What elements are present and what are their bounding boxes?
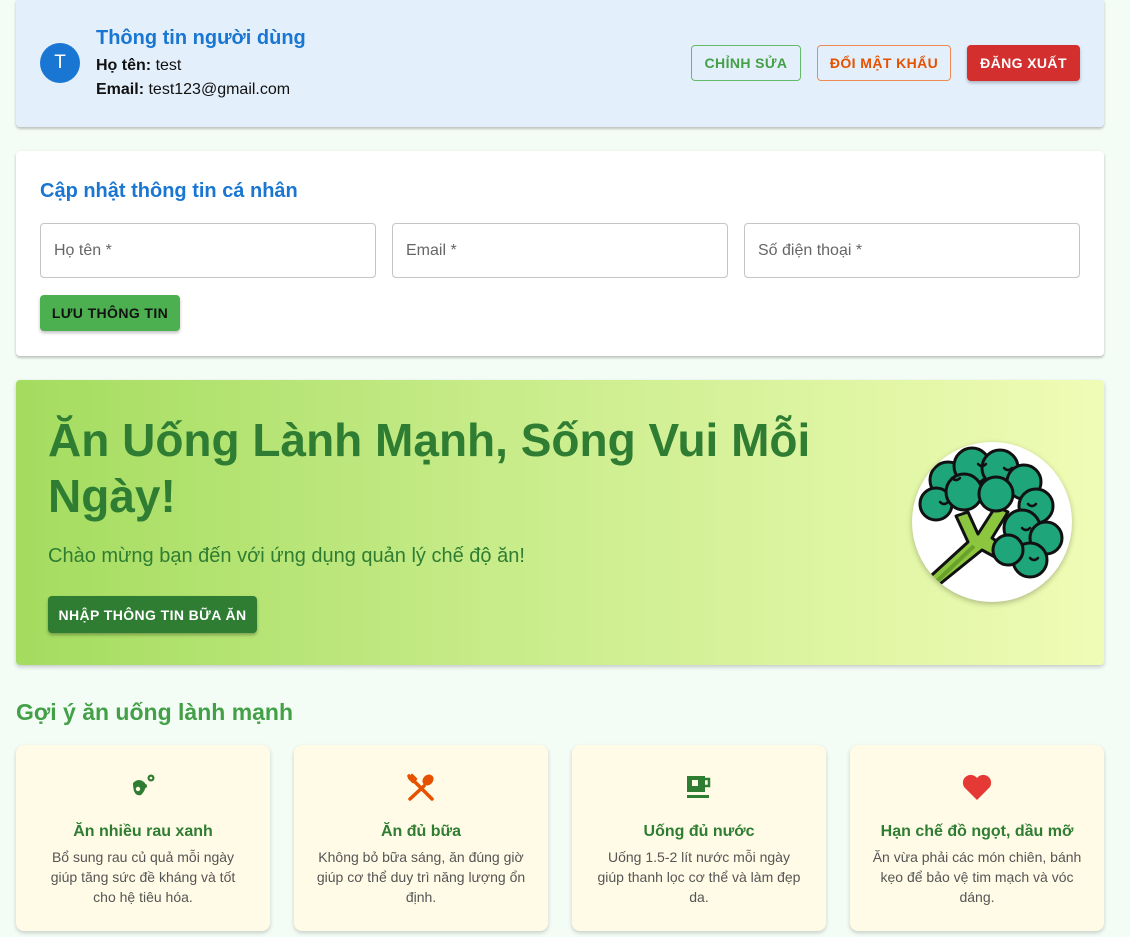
tip-title: Uống đủ nước (643, 823, 755, 840)
tip-description: Ăn vừa phải các món chiên, bánh kẹo để b… (872, 849, 1082, 905)
user-info-title: Thông tin người dùng (96, 27, 306, 49)
profile-form-card: Cập nhật thông tin cá nhân LƯU THÔNG TIN (16, 151, 1104, 356)
user-name-value: test (155, 57, 182, 74)
change-password-button[interactable]: ĐỔI MẬT KHẨU (817, 45, 951, 81)
phone-field[interactable] (744, 223, 1080, 278)
email-input[interactable] (393, 224, 727, 277)
tip-card: Uống đủ nước Uống 1.5-2 lít nước mỗi ngà… (572, 745, 826, 931)
user-email-value: test123@gmail.com (148, 81, 291, 98)
email-field[interactable] (392, 223, 728, 278)
utensils-icon (405, 771, 437, 803)
hero-title: Ăn Uống Lành Mạnh, Sống Vui Mỗi Ngày! (48, 414, 811, 522)
user-name-line: Họ tên: test (96, 57, 181, 75)
cup-icon (683, 771, 715, 803)
tip-description: Bổ sung rau củ quả mỗi ngày giúp tăng sứ… (50, 849, 236, 905)
enter-meal-button[interactable]: NHẬP THÔNG TIN BỮA ĂN (48, 596, 257, 633)
user-email-label: Email: (96, 81, 145, 98)
avatar: T (40, 43, 80, 83)
hero-banner: Ăn Uống Lành Mạnh, Sống Vui Mỗi Ngày! Ch… (16, 380, 1104, 665)
tip-card: Ăn nhiều rau xanh Bổ sung rau củ quả mỗi… (16, 745, 270, 931)
tips-heading: Gợi ý ăn uống lành mạnh (16, 699, 294, 725)
tip-title: Hạn chế đồ ngọt, dầu mỡ (880, 823, 1074, 840)
tip-description: Uống 1.5-2 lít nước mỗi ngày giúp thanh … (597, 849, 801, 905)
tip-card: Ăn đủ bữa Không bỏ bữa sáng, ăn đúng giờ… (294, 745, 548, 931)
logout-button[interactable]: ĐĂNG XUẤT (967, 45, 1080, 81)
hero-subtitle: Chào mừng bạn đến với ứng dụng quản lý c… (48, 545, 525, 567)
save-profile-button[interactable]: LƯU THÔNG TIN (40, 295, 180, 331)
heart-icon (961, 771, 993, 803)
phone-input[interactable] (745, 224, 1079, 277)
vegetables-icon (127, 771, 159, 803)
name-field[interactable] (40, 223, 376, 278)
tip-description: Không bỏ bữa sáng, ăn đúng giờ giúp cơ t… (316, 849, 526, 905)
user-email-line: Email: test123@gmail.com (96, 81, 290, 99)
profile-form-title: Cập nhật thông tin cá nhân (40, 180, 298, 202)
edit-profile-button[interactable]: CHỈNH SỬA (691, 45, 801, 81)
tip-card: Hạn chế đồ ngọt, dầu mỡ Ăn vừa phải các … (850, 745, 1104, 931)
user-info-card: T Thông tin người dùng Họ tên: test Emai… (16, 0, 1104, 127)
tip-title: Ăn đủ bữa (380, 823, 462, 840)
tip-title: Ăn nhiều rau xanh (73, 823, 213, 840)
name-input[interactable] (41, 224, 375, 277)
broccoli-icon (912, 442, 1072, 602)
user-name-label: Họ tên: (96, 57, 152, 74)
